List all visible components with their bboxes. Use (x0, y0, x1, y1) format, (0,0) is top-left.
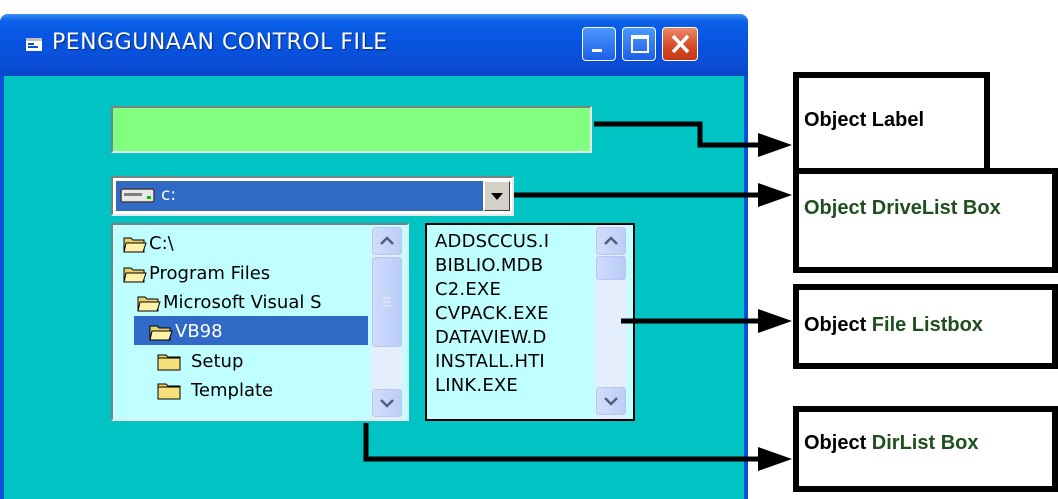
arrow-head (758, 447, 792, 471)
arrow-head (758, 309, 792, 333)
arrow-head (758, 183, 792, 207)
arrow-head (758, 133, 792, 157)
callout-arrows (363, 121, 792, 471)
